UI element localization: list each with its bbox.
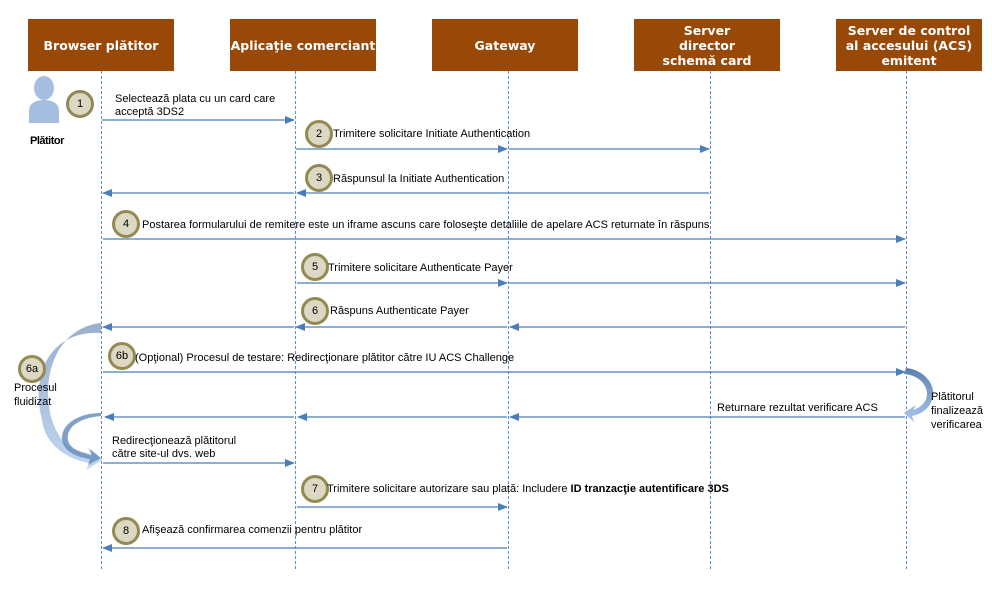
step-7-label-bold: ID tranzacţie autentificare 3DS bbox=[570, 483, 729, 495]
step-badge-6: 6 bbox=[301, 297, 329, 325]
step-2-label: Trimitere solicitare Initiate Authentica… bbox=[333, 128, 531, 140]
acs-result-label: Returnare rezultat verificare ACS bbox=[717, 402, 878, 414]
acs-note-line2: finalizează bbox=[931, 405, 983, 417]
step-1-label-line1: Selectează plata cu un card care bbox=[115, 93, 276, 105]
step-8-label: Afişează confirmarea comenzii pentru plă… bbox=[142, 524, 363, 536]
step-badge-4: 4 bbox=[112, 210, 140, 238]
step-6b-label: (Opţional) Procesul de testare: Redirecţ… bbox=[135, 352, 515, 364]
step-5-label: Trimitere solicitare Authenticate Payer bbox=[328, 262, 513, 274]
step-badge-6a: 6a bbox=[18, 355, 46, 383]
acs-note-line1: Plătitorul bbox=[931, 391, 974, 403]
step-7-label-plain: Trimitere solicitare autorizare sau plat… bbox=[327, 483, 571, 495]
step-6-label: Răspuns Authenticate Payer bbox=[330, 305, 469, 317]
payer-label: Plătitor bbox=[30, 135, 64, 147]
step-badge-8: 8 bbox=[112, 517, 140, 545]
curve-arrow-acs bbox=[904, 368, 934, 422]
payer-person-icon bbox=[29, 76, 59, 123]
step-badge-2: 2 bbox=[305, 120, 333, 148]
step-6a-label-line1: Procesul bbox=[14, 382, 57, 394]
step-badge-3: 3 bbox=[305, 164, 333, 192]
arrows-layer bbox=[38, 116, 934, 552]
step-7-label: Trimitere solicitare autorizare sau plat… bbox=[327, 483, 729, 496]
step-badge-1: 1 bbox=[66, 90, 94, 118]
redirect-label-line1: Redirecţionează plătitorul bbox=[112, 435, 237, 447]
step-1-label-line2: acceptă 3DS2 bbox=[115, 106, 185, 118]
step-3-label: Răspunsul la Initiate Authentication bbox=[333, 173, 505, 185]
step-badge-7: 7 bbox=[301, 475, 329, 503]
step-4-label: Postarea formularului de remitere este u… bbox=[142, 219, 710, 231]
curve-arrow-browser-return bbox=[62, 413, 101, 465]
step-badge-6b: 6b bbox=[108, 342, 136, 370]
redirect-label-line2: către site-ul dvs. web bbox=[112, 448, 216, 460]
step-badge-5: 5 bbox=[301, 253, 329, 281]
acs-note-line3: verificarea bbox=[931, 419, 982, 431]
step-6a-label-line2: fluidizat bbox=[14, 396, 52, 408]
